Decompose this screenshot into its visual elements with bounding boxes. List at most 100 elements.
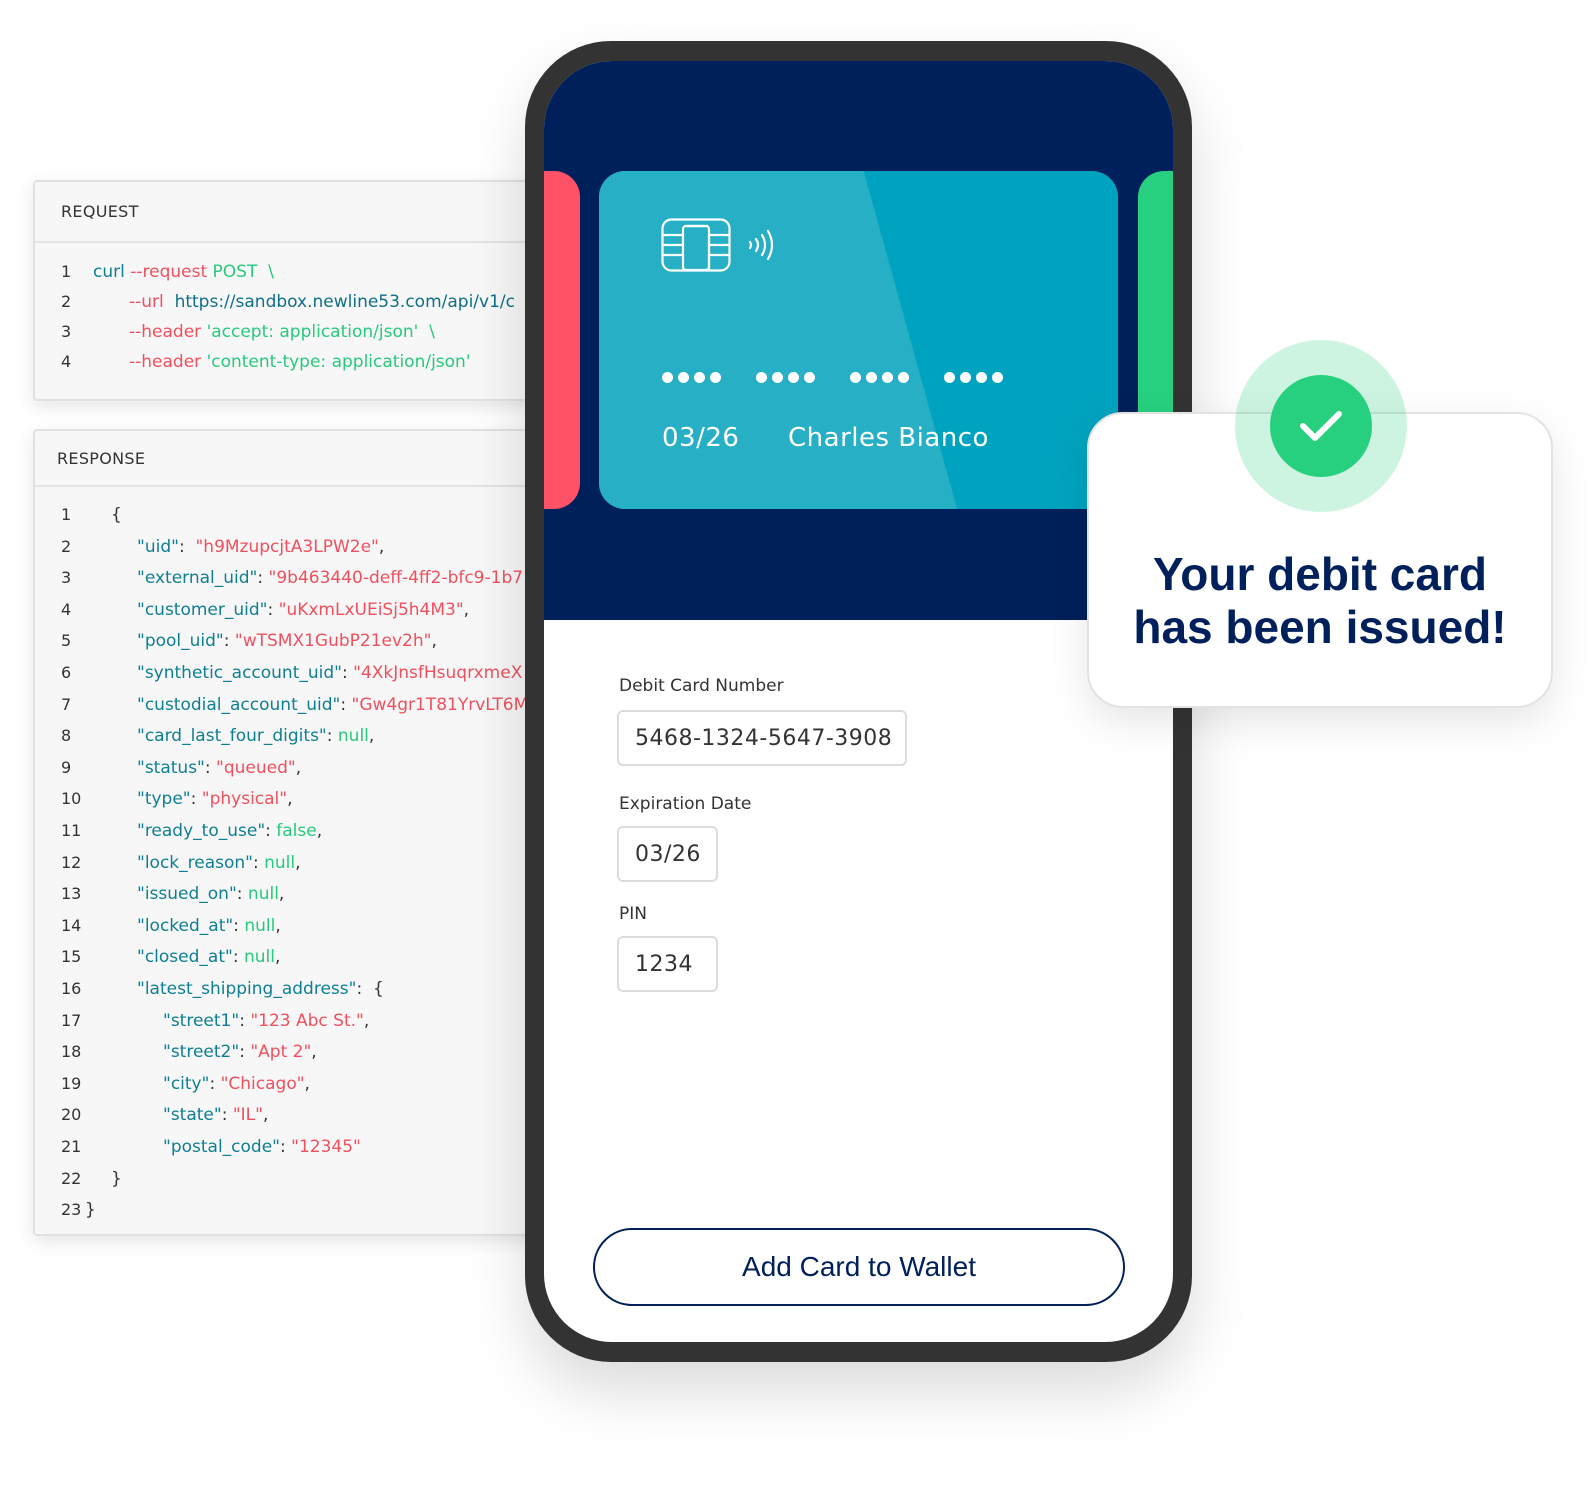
- code-token: "pool_uid": [137, 631, 224, 652]
- code-token: "Gw4gr1T81YrvLT6M: [351, 694, 529, 715]
- code-token: "state": [163, 1105, 222, 1126]
- add-card-to-wallet-button[interactable]: Add Card to Wallet: [593, 1228, 1125, 1306]
- code-token: ,: [463, 599, 470, 620]
- line-number: 2: [61, 536, 72, 556]
- line-number: 21: [61, 1137, 82, 1156]
- line-number: 5: [61, 631, 72, 651]
- line-number: 23: [61, 1200, 82, 1220]
- code-token: --header: [129, 322, 207, 342]
- code-token: "ready_to_use": [137, 821, 266, 841]
- code-token: ,: [304, 1073, 310, 1094]
- code-token: :: [265, 821, 277, 841]
- code-token: :: [280, 1137, 292, 1157]
- code-token: :: [257, 568, 269, 589]
- line-number: 12: [61, 852, 82, 872]
- masked-group: [756, 372, 815, 383]
- masked-group: [662, 372, 721, 383]
- code-token: ,: [431, 631, 437, 652]
- code-text: }: [111, 1167, 122, 1191]
- code-text: "lock_reason": null,: [137, 851, 301, 875]
- code-token: "Chicago": [220, 1073, 305, 1094]
- code-token: }: [111, 1168, 122, 1189]
- code-token: }: [85, 1200, 96, 1221]
- code-token: null: [243, 947, 275, 968]
- code-token: :: [340, 694, 352, 715]
- line-number: 14: [61, 915, 82, 935]
- line-number: 1: [61, 262, 72, 281]
- code-token: "queued": [216, 757, 296, 778]
- code-token: "latest_shipping_address": [137, 979, 357, 999]
- code-token: "h9MzupcjtA3LPW2e": [195, 536, 379, 557]
- code-text: "locked_at": null,: [137, 914, 281, 938]
- code-token: "postal_code": [163, 1137, 280, 1157]
- code-token: curl: [93, 262, 131, 282]
- code-token: "Apt 2": [250, 1042, 312, 1063]
- line-number: 11: [61, 821, 82, 840]
- code-token: :: [233, 915, 245, 936]
- line-number: 18: [61, 1042, 82, 1062]
- code-token: null: [244, 915, 276, 936]
- code-token: :: [341, 663, 354, 683]
- code-token: ,: [378, 536, 385, 557]
- previous-card[interactable]: [544, 171, 580, 509]
- code-token: "wTSMX1GubP21ev2h": [234, 631, 432, 652]
- line-number: 22: [61, 1168, 82, 1188]
- line-number: 13: [61, 884, 82, 904]
- code-token: {: [111, 505, 122, 525]
- line-number: 3: [61, 322, 72, 341]
- toast-title-line1: Your debit card: [1153, 548, 1487, 600]
- line-number: 7: [61, 694, 72, 714]
- contactless-icon: [748, 229, 774, 261]
- card-carousel: 03/26 Charles Bianco: [544, 61, 1173, 620]
- code-text: "postal_code": "12345": [163, 1135, 361, 1159]
- line-number: 17: [61, 1010, 82, 1030]
- code-token: https://sandbox.newline53.com/api/v1/c: [174, 292, 515, 312]
- line-number: 20: [61, 1105, 82, 1125]
- phone-screen: 03/26 Charles Bianco Debit Card Number 5…: [544, 61, 1173, 1342]
- line-number: 19: [61, 1073, 82, 1093]
- pin-label: PIN: [619, 904, 647, 924]
- code-token: "customer_uid": [137, 599, 268, 620]
- code-token: ,: [275, 915, 281, 936]
- debit-card[interactable]: 03/26 Charles Bianco: [599, 171, 1118, 509]
- card-number-field[interactable]: 5468-1324-5647-3908: [617, 710, 907, 766]
- code-token: "IL": [232, 1105, 263, 1126]
- code-token: "uKxmLxUEiSj5h4M3": [278, 599, 464, 620]
- code-token: :: [326, 726, 338, 747]
- code-text: "customer_uid": "uKxmLxUEiSj5h4M3",: [137, 598, 469, 622]
- code-text: "street1": "123 Abc St.",: [163, 1009, 369, 1033]
- code-token: ,: [316, 821, 323, 841]
- code-text: "issued_on": null,: [137, 882, 284, 906]
- expiration-date-label: Expiration Date: [619, 794, 752, 814]
- code-text: {: [111, 503, 122, 527]
- chip-icon: [661, 218, 731, 272]
- code-token: "issued_on": [137, 884, 237, 905]
- code-text: "closed_at": null,: [137, 945, 280, 969]
- line-number: 16: [61, 979, 82, 998]
- masked-group: [944, 372, 1003, 383]
- response-panel-title: RESPONSE: [35, 431, 575, 487]
- code-text: "ready_to_use": false,: [137, 819, 322, 843]
- code-token: POST \: [212, 262, 274, 282]
- code-token: "uid": [137, 536, 179, 557]
- expiration-date-field[interactable]: 03/26: [617, 826, 718, 882]
- code-text: "city": "Chicago",: [163, 1072, 310, 1096]
- code-text: "custodial_account_uid": "Gw4gr1T81YrvLT…: [137, 693, 528, 717]
- code-token: :: [236, 884, 248, 905]
- code-token: "type": [137, 789, 191, 810]
- code-text: "external_uid": "9b463440-deff-4ff2-bfc9…: [137, 566, 534, 590]
- code-token: null: [264, 852, 296, 873]
- response-panel: RESPONSE 1 {2 "uid": "h9MzupcjtA3LPW2e", 3 "…: [33, 429, 577, 1236]
- request-panel: REQUEST 1 curl --request POST \ 2 --url htt…: [33, 180, 577, 401]
- code-token: ,: [363, 1010, 370, 1031]
- line-number: 4: [61, 599, 72, 619]
- code-token: null: [247, 884, 279, 905]
- code-token: "locked_at": [137, 915, 234, 936]
- code-token: :: [178, 536, 196, 557]
- code-token: : {: [356, 979, 384, 999]
- pin-field[interactable]: 1234: [617, 936, 718, 992]
- request-panel-title: REQUEST: [35, 182, 575, 243]
- card-number-label: Debit Card Number: [619, 676, 784, 696]
- card-holder-name: Charles Bianco: [788, 423, 989, 453]
- code-token: :: [223, 631, 235, 652]
